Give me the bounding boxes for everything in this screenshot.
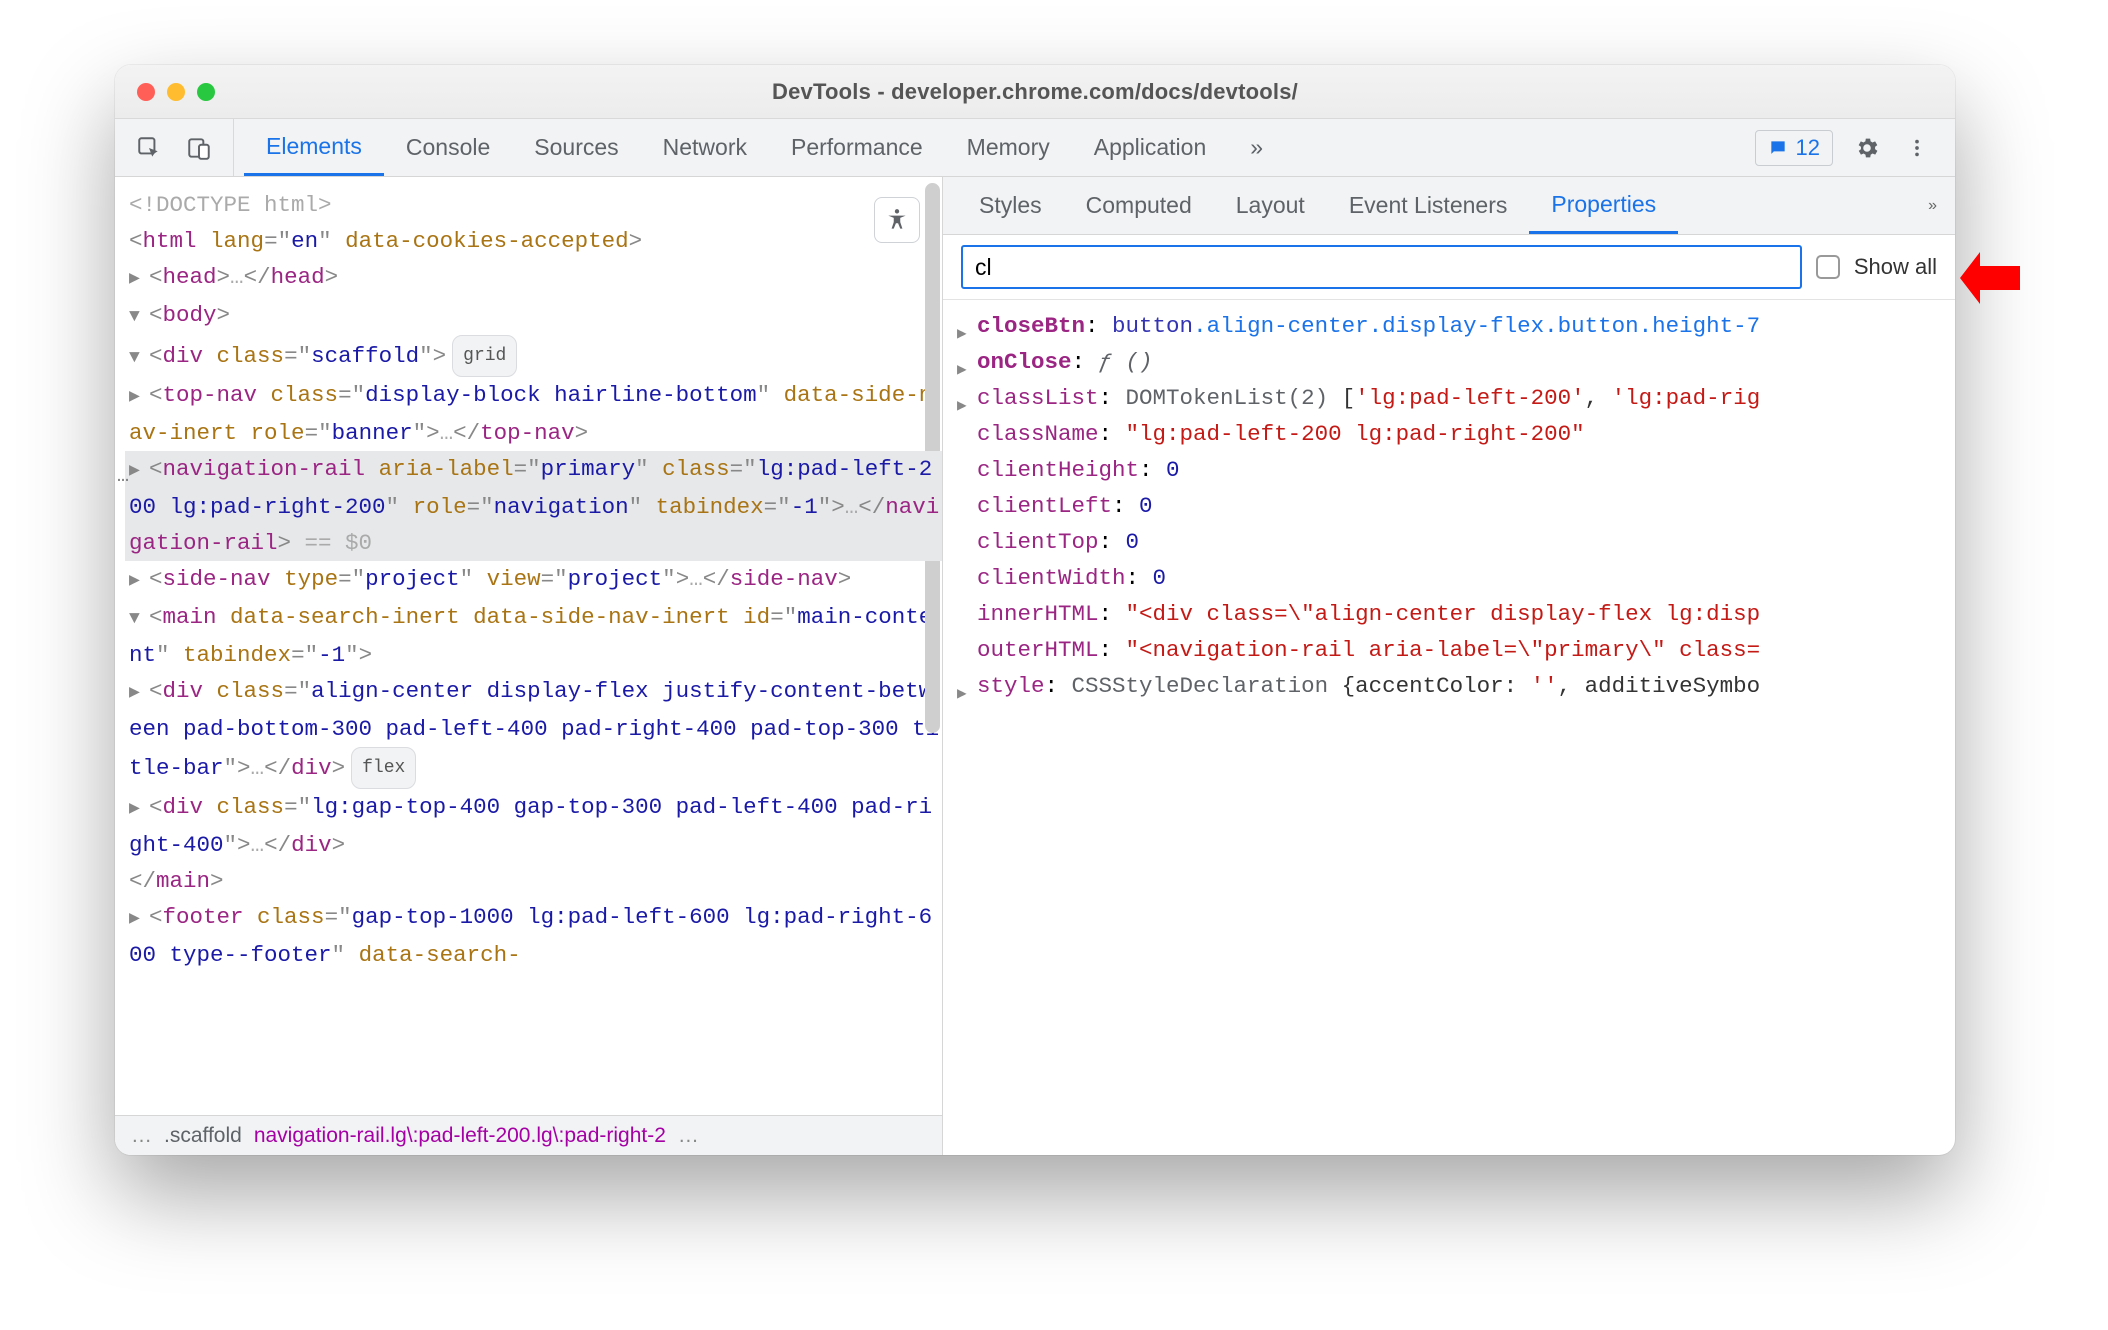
issues-count: 12: [1796, 135, 1820, 161]
breadcrumb-more-right[interactable]: …: [672, 1124, 705, 1148]
close-window-button[interactable]: [137, 83, 155, 101]
dom-row-main-close[interactable]: </main>: [125, 863, 942, 899]
expand-arrow-icon[interactable]: ▶: [129, 453, 145, 489]
prop-clientWidth[interactable]: clientWidth: 0: [955, 560, 1947, 596]
main-tabs: Elements Console Sources Network Perform…: [234, 119, 1733, 176]
tab-elements[interactable]: Elements: [244, 119, 384, 176]
dom-row-body[interactable]: ▼<body>: [125, 297, 942, 335]
tab-sources[interactable]: Sources: [512, 119, 640, 176]
layout-badge-grid[interactable]: grid: [452, 335, 517, 377]
prop-outerHTML[interactable]: outerHTML: "<navigation-rail aria-label=…: [955, 632, 1947, 668]
breadcrumb[interactable]: … .scaffold navigation-rail.lg\:pad-left…: [115, 1115, 942, 1155]
prop-clientHeight[interactable]: clientHeight: 0: [955, 452, 1947, 488]
layout-badge-flex[interactable]: flex: [351, 747, 416, 789]
subtab-overflow-icon[interactable]: »: [1910, 177, 1955, 234]
dom-row-top-nav[interactable]: ▶<top-nav class="display-block hairline-…: [125, 377, 942, 451]
dom-row-scaffold[interactable]: ▼<div class="scaffold">grid: [125, 335, 942, 377]
prop-clientTop[interactable]: clientTop: 0: [955, 524, 1947, 560]
tab-overflow-icon[interactable]: »: [1228, 119, 1285, 176]
tab-application[interactable]: Application: [1072, 119, 1229, 176]
expand-arrow-icon[interactable]: ▶: [129, 791, 145, 827]
expand-arrow-icon[interactable]: ▶: [129, 261, 145, 297]
collapse-arrow-icon[interactable]: ▼: [129, 601, 145, 637]
issues-badge[interactable]: 12: [1755, 130, 1833, 166]
subtab-event-listeners[interactable]: Event Listeners: [1327, 177, 1530, 234]
breadcrumb-scaffold[interactable]: .scaffold: [158, 1124, 248, 1148]
prop-style[interactable]: ▶style: CSSStyleDeclaration {accentColor…: [955, 668, 1947, 704]
expand-arrow-icon[interactable]: ▶: [957, 676, 967, 704]
prop-classList[interactable]: ▶classList: DOMTokenList(2) ['lg:pad-lef…: [955, 380, 1947, 416]
dom-row-navigation-rail-selected[interactable]: ▶<navigation-rail aria-label="primary" c…: [125, 451, 942, 561]
subtab-properties[interactable]: Properties: [1529, 177, 1678, 234]
tab-console[interactable]: Console: [384, 119, 512, 176]
dom-row-footer[interactable]: ▶<footer class="gap-top-1000 lg:pad-left…: [125, 899, 942, 973]
prop-className[interactable]: className: "lg:pad-left-200 lg:pad-right…: [955, 416, 1947, 452]
breadcrumb-more-left[interactable]: …: [125, 1124, 158, 1148]
expand-arrow-icon[interactable]: ▶: [129, 675, 145, 711]
properties-filter-bar: Show all: [943, 235, 1955, 300]
devtools-window: DevTools - developer.chrome.com/docs/dev…: [115, 65, 1955, 1155]
expand-arrow-icon[interactable]: ▶: [957, 316, 967, 344]
devtools-toolbar: Elements Console Sources Network Perform…: [115, 119, 1955, 177]
window-title: DevTools - developer.chrome.com/docs/dev…: [115, 79, 1955, 105]
dom-row-title-bar[interactable]: ▶<div class="align-center display-flex j…: [125, 673, 942, 789]
device-toolbar-icon[interactable]: [183, 132, 215, 164]
dom-row-content-div[interactable]: ▶<div class="lg:gap-top-400 gap-top-300 …: [125, 789, 942, 863]
expand-arrow-icon[interactable]: ▶: [129, 901, 145, 937]
annotation-arrow-icon: [1960, 252, 2020, 304]
traffic-lights: [137, 83, 215, 101]
kebab-menu-icon[interactable]: [1901, 132, 1933, 164]
maximize-window-button[interactable]: [197, 83, 215, 101]
subtab-styles[interactable]: Styles: [957, 177, 1064, 234]
tab-network[interactable]: Network: [641, 119, 769, 176]
expand-arrow-icon[interactable]: ▶: [957, 352, 967, 380]
subtab-computed[interactable]: Computed: [1064, 177, 1214, 234]
prop-onClose[interactable]: ▶onClose: ƒ (): [955, 344, 1947, 380]
dom-row-main[interactable]: ▼<main data-search-inert data-side-nav-i…: [125, 599, 942, 673]
minimize-window-button[interactable]: [167, 83, 185, 101]
dom-tree[interactable]: <!DOCTYPE html> <html lang="en" data-coo…: [115, 177, 942, 1115]
expand-arrow-icon[interactable]: ▶: [129, 563, 145, 599]
collapse-arrow-icon[interactable]: ▼: [129, 340, 145, 376]
elements-side-panel: Styles Computed Layout Event Listeners P…: [943, 177, 1955, 1155]
tab-memory[interactable]: Memory: [945, 119, 1072, 176]
show-all-label: Show all: [1854, 254, 1937, 280]
window-titlebar: DevTools - developer.chrome.com/docs/dev…: [115, 65, 1955, 119]
dom-row-doctype[interactable]: <!DOCTYPE html>: [125, 187, 942, 223]
breadcrumb-navigation-rail[interactable]: navigation-rail.lg\:pad-left-200.lg\:pad…: [248, 1124, 672, 1148]
show-all-checkbox[interactable]: [1816, 255, 1840, 279]
expand-arrow-icon[interactable]: ▶: [129, 379, 145, 415]
prop-innerHTML[interactable]: innerHTML: "<div class=\"align-center di…: [955, 596, 1947, 632]
elements-dom-panel: <!DOCTYPE html> <html lang="en" data-coo…: [115, 177, 943, 1155]
accessibility-tree-button[interactable]: [874, 197, 920, 243]
properties-filter-input[interactable]: [961, 245, 1802, 289]
dom-row-side-nav[interactable]: ▶<side-nav type="project" view="project"…: [125, 561, 942, 599]
tab-performance[interactable]: Performance: [769, 119, 945, 176]
side-panel-tabs: Styles Computed Layout Event Listeners P…: [943, 177, 1955, 235]
expand-arrow-icon[interactable]: ▶: [957, 388, 967, 416]
dom-row-head[interactable]: ▶<head>…</head>: [125, 259, 942, 297]
properties-list[interactable]: ▶closeBtn: button.align-center.display-f…: [943, 300, 1955, 1155]
subtab-layout[interactable]: Layout: [1214, 177, 1327, 234]
prop-clientLeft[interactable]: clientLeft: 0: [955, 488, 1947, 524]
collapse-arrow-icon[interactable]: ▼: [129, 299, 145, 335]
settings-icon[interactable]: [1851, 132, 1883, 164]
inspect-element-icon[interactable]: [133, 132, 165, 164]
prop-closeBtn[interactable]: ▶closeBtn: button.align-center.display-f…: [955, 308, 1947, 344]
dom-row-html[interactable]: <html lang="en" data-cookies-accepted>: [125, 223, 942, 259]
